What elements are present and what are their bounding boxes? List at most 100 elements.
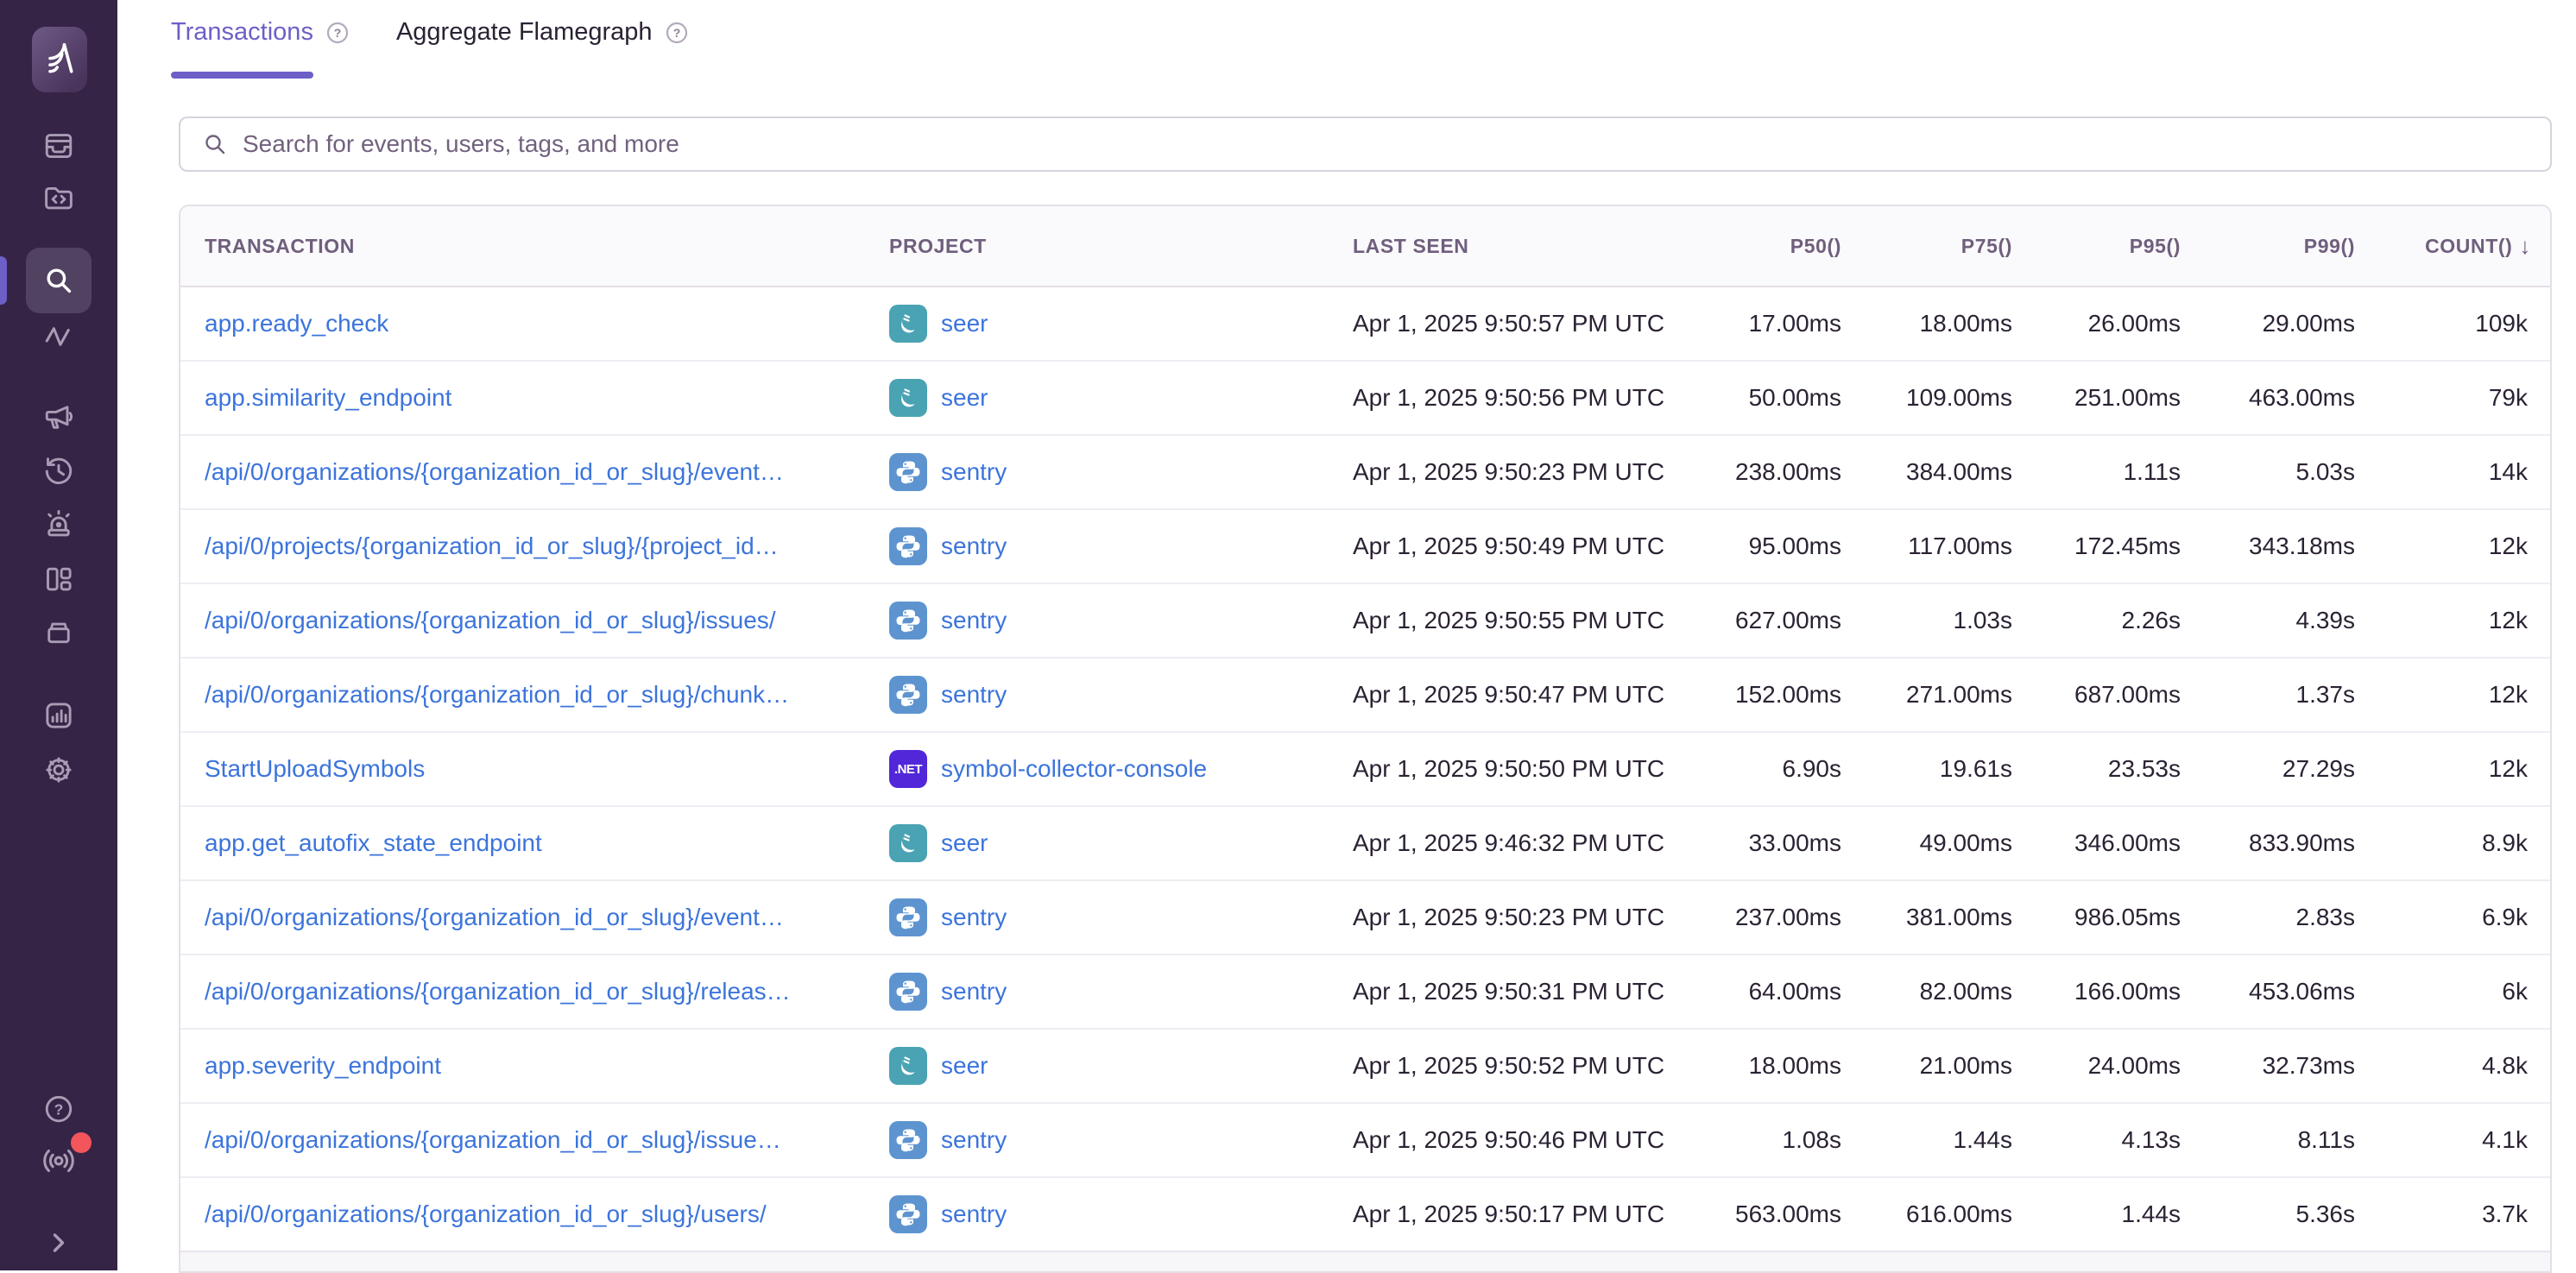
column-header-transaction[interactable]: TRANSACTION	[180, 235, 872, 258]
p99-value: 343.18ms	[2204, 533, 2378, 560]
p99-value: 5.03s	[2204, 458, 2378, 486]
tab-aggregate-flamegraph[interactable]: Aggregate Flamegraph ?	[396, 17, 691, 79]
column-header-last-seen[interactable]: LAST SEEN	[1329, 235, 1683, 258]
chevron-right-icon	[43, 1227, 74, 1258]
sidebar-item-issues[interactable]	[38, 125, 79, 167]
transaction-link[interactable]: app.severity_endpoint	[205, 1052, 441, 1079]
project-link[interactable]: sentry	[941, 607, 1007, 634]
column-header-count[interactable]: COUNT() ↓	[2378, 233, 2550, 260]
sidebar-item-releases[interactable]	[38, 612, 79, 653]
project-link[interactable]: sentry	[941, 533, 1007, 560]
search-input[interactable]	[243, 118, 2550, 170]
last-seen-value: Apr 1, 2025 9:50:56 PM UTC	[1329, 384, 1683, 412]
p50-value: 237.00ms	[1683, 904, 1865, 931]
table-header-row: TRANSACTION PROJECT LAST SEEN P50() P75(…	[180, 206, 2550, 287]
last-seen-value: Apr 1, 2025 9:50:23 PM UTC	[1329, 458, 1683, 486]
project-link[interactable]: sentry	[941, 1201, 1007, 1228]
stats-chart-icon	[41, 698, 76, 733]
p95-value: 346.00ms	[2036, 829, 2204, 857]
megaphone-icon	[41, 400, 76, 434]
table-row: /api/0/organizations/{organization_id_or…	[180, 1178, 2550, 1252]
sidebar-item-replays[interactable]	[38, 451, 79, 492]
transactions-table: TRANSACTION PROJECT LAST SEEN P50() P75(…	[179, 205, 2552, 1273]
tab-transactions-label: Transactions	[171, 17, 313, 47]
p50-value: 1.08s	[1683, 1126, 1865, 1154]
p95-value: 4.13s	[2036, 1126, 2204, 1154]
last-seen-value: Apr 1, 2025 9:50:47 PM UTC	[1329, 681, 1683, 709]
p50-value: 64.00ms	[1683, 978, 1865, 1005]
p50-value: 152.00ms	[1683, 681, 1865, 709]
p95-value: 986.05ms	[2036, 904, 2204, 931]
search-bar[interactable]	[179, 117, 2552, 172]
transaction-link[interactable]: StartUploadSymbols	[205, 755, 425, 782]
p99-value: 833.90ms	[2204, 829, 2378, 857]
transaction-link[interactable]: /api/0/organizations/{organization_id_or…	[205, 681, 789, 708]
p95-value: 251.00ms	[2036, 384, 2204, 412]
column-header-project[interactable]: PROJECT	[872, 235, 1329, 258]
p75-value: 82.00ms	[1865, 978, 2036, 1005]
column-header-p99[interactable]: P99()	[2204, 235, 2378, 258]
p75-value: 1.44s	[1865, 1126, 2036, 1154]
sidebar-item-dashboards[interactable]	[38, 558, 79, 600]
project-platform-icon	[889, 898, 927, 936]
p95-value: 1.44s	[2036, 1201, 2204, 1228]
project-link[interactable]: symbol-collector-console	[941, 755, 1207, 783]
project-link[interactable]: sentry	[941, 681, 1007, 709]
settings-gear-icon	[41, 753, 76, 787]
sidebar-item-feedback[interactable]	[38, 396, 79, 438]
column-header-p75[interactable]: P75()	[1865, 235, 2036, 258]
p99-value: 32.73ms	[2204, 1052, 2378, 1080]
column-header-p50[interactable]: P50()	[1683, 235, 1865, 258]
project-link[interactable]: seer	[941, 310, 988, 337]
project-platform-icon	[889, 379, 927, 417]
transaction-link[interactable]: /api/0/projects/{organization_id_or_slug…	[205, 533, 779, 559]
notification-badge	[71, 1132, 92, 1153]
transaction-link[interactable]: /api/0/organizations/{organization_id_or…	[205, 1201, 767, 1227]
table-row: /api/0/organizations/{organization_id_or…	[180, 659, 2550, 733]
p95-value: 1.11s	[2036, 458, 2204, 486]
column-header-p95[interactable]: P95()	[2036, 235, 2204, 258]
transaction-link[interactable]: app.ready_check	[205, 310, 388, 337]
sentry-logo[interactable]	[32, 27, 87, 92]
project-platform-icon	[889, 676, 927, 714]
project-link[interactable]: seer	[941, 384, 988, 412]
transaction-link[interactable]: /api/0/organizations/{organization_id_or…	[205, 458, 784, 485]
help-icon[interactable]: ?	[663, 19, 691, 47]
count-value: 6.9k	[2378, 904, 2550, 931]
tab-transactions[interactable]: Transactions ?	[171, 17, 351, 79]
project-link[interactable]: sentry	[941, 458, 1007, 486]
p95-value: 2.26s	[2036, 607, 2204, 634]
transaction-link[interactable]: app.get_autofix_state_endpoint	[205, 829, 542, 856]
sidebar-item-traces[interactable]	[38, 316, 79, 357]
p75-value: 1.03s	[1865, 607, 2036, 634]
sidebar-item-alerts[interactable]	[38, 504, 79, 545]
sidebar-expand-button[interactable]	[38, 1222, 79, 1264]
sidebar-item-explore[interactable]	[38, 177, 79, 218]
last-seen-value: Apr 1, 2025 9:46:32 PM UTC	[1329, 829, 1683, 857]
p99-value: 2.83s	[2204, 904, 2378, 931]
sidebar-item-search[interactable]	[26, 248, 92, 313]
project-link[interactable]: seer	[941, 829, 988, 857]
svg-text:?: ?	[54, 1100, 64, 1118]
count-value: 12k	[2378, 755, 2550, 783]
project-link[interactable]: seer	[941, 1052, 988, 1080]
sidebar-item-help[interactable]: ?	[38, 1088, 79, 1130]
transaction-link[interactable]: app.similarity_endpoint	[205, 384, 451, 411]
project-link[interactable]: sentry	[941, 1126, 1007, 1154]
project-link[interactable]: sentry	[941, 978, 1007, 1005]
transaction-link[interactable]: /api/0/organizations/{organization_id_or…	[205, 1126, 781, 1153]
sort-desc-arrow-icon: ↓	[2519, 233, 2531, 260]
transaction-link[interactable]: /api/0/organizations/{organization_id_or…	[205, 607, 776, 633]
p50-value: 18.00ms	[1683, 1052, 1865, 1080]
sidebar-item-stats[interactable]	[38, 695, 79, 736]
p99-value: 453.06ms	[2204, 978, 2378, 1005]
p50-value: 95.00ms	[1683, 533, 1865, 560]
help-icon[interactable]: ?	[324, 19, 351, 47]
sidebar-item-settings[interactable]	[38, 749, 79, 791]
transaction-link[interactable]: /api/0/organizations/{organization_id_or…	[205, 978, 791, 1005]
p99-value: 5.36s	[2204, 1201, 2378, 1228]
count-value: 12k	[2378, 607, 2550, 634]
project-link[interactable]: sentry	[941, 904, 1007, 931]
transaction-link[interactable]: /api/0/organizations/{organization_id_or…	[205, 904, 784, 930]
count-value: 4.1k	[2378, 1126, 2550, 1154]
